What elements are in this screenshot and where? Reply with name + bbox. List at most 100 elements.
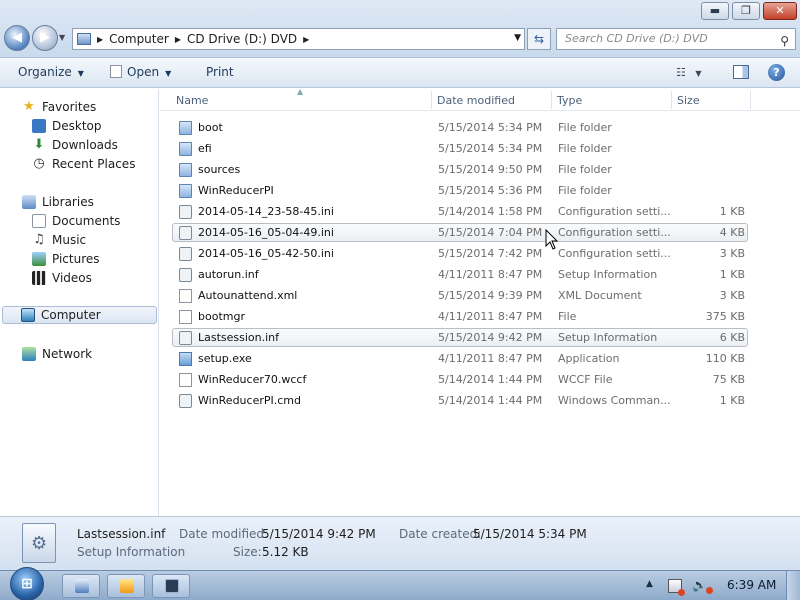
file-row-efi[interactable]: efi 5/15/2014 5:34 PM File folder [172,139,748,158]
file-row-boot[interactable]: boot 5/15/2014 5:34 PM File folder [172,118,748,137]
help-button[interactable]: ? [768,64,785,81]
file-name: WinReducerPI.cmd [198,394,301,407]
breadcrumb-separator-icon[interactable]: ▶ [97,35,103,44]
clock[interactable]: 6:39 AM [727,578,776,592]
document-icon [110,65,122,78]
column-divider[interactable] [431,91,432,109]
action-center-icon[interactable] [668,579,685,596]
file-type: File [558,310,577,323]
taskbar-explorer-button[interactable] [62,574,100,598]
details-file-name: Lastsession.inf [77,527,166,541]
nav-computer[interactable]: Computer [2,306,157,324]
computer-location-icon [77,33,91,45]
chevron-down-icon: ▼ [695,69,702,78]
minimize-button[interactable]: ▬ [701,2,729,20]
chevron-down-icon: ▼ [165,69,172,78]
file-size: 3 KB [719,289,745,302]
file-row-sources[interactable]: sources 5/15/2014 9:50 PM File folder [172,160,748,179]
download-arrow-icon: ⬇ [33,137,45,152]
open-button[interactable]: Open ▼ [110,65,171,79]
column-divider[interactable] [671,91,672,109]
file-type: File folder [558,184,612,197]
file-type: File folder [558,142,612,155]
column-headers: ▲ Name Date modified Type Size [160,87,800,111]
column-divider[interactable] [750,91,751,109]
start-button[interactable]: ⊞ [10,567,44,600]
breadcrumb-cd-drive[interactable]: CD Drive (D:) DVD [187,32,297,46]
close-button[interactable]: ✕ [763,2,797,20]
preview-pane-button[interactable] [733,65,749,79]
file-row-winreducerpi[interactable]: WinReducerPI 5/15/2014 5:36 PM File fold… [172,181,748,200]
file-row-ini-3[interactable]: 2014-05-16_05-42-50.ini 5/15/2014 7:42 P… [172,244,748,263]
show-desktop-button[interactable] [786,571,800,600]
command-script-icon [179,394,192,408]
file-name: 2014-05-16_05-04-49.ini [198,226,334,239]
computer-icon [21,308,35,322]
file-name: Autounattend.xml [198,289,298,302]
file-row-ini-2[interactable]: 2014-05-16_05-04-49.ini 5/15/2014 7:04 P… [172,223,748,242]
breadcrumb-separator-icon[interactable]: ▶ [175,35,181,44]
column-divider[interactable] [551,91,552,109]
application-icon [179,352,192,366]
address-bar[interactable]: ▶ Computer ▶ CD Drive (D:) DVD ▶ ▼ [72,28,525,50]
file-name: autorun.inf [198,268,259,281]
file-date: 5/15/2014 5:34 PM [438,121,543,134]
change-view-button[interactable]: ☷ ▼ [676,66,702,79]
nav-libraries[interactable]: Libraries [22,193,179,211]
file-row-ini-1[interactable]: 2014-05-14_23-58-45.ini 5/14/2014 1:58 P… [172,202,748,221]
pictures-icon [32,252,46,266]
back-button[interactable]: ◀ [4,25,30,51]
forward-button[interactable]: ▶ [32,25,58,51]
column-header-size[interactable]: Size [677,94,700,107]
file-row-lastsession[interactable]: Lastsession.inf 5/15/2014 9:42 PM Setup … [172,328,748,347]
show-hidden-icons-button[interactable]: ▲ [646,579,653,589]
file-type: Setup Information [558,331,658,344]
print-button[interactable]: Print [206,65,234,79]
file-row-setup-exe[interactable]: setup.exe 4/11/2011 8:47 PM Application … [172,349,748,368]
recent-places-icon: ◷ [33,156,45,171]
file-row-bootmgr[interactable]: bootmgr 4/11/2011 8:47 PM File 375 KB [172,307,748,326]
file-name: boot [198,121,223,134]
file-row-autorun[interactable]: autorun.inf 4/11/2011 8:47 PM Setup Info… [172,265,748,284]
setup-info-icon [179,268,192,282]
file-date: 4/11/2011 8:47 PM [438,352,543,365]
file-name: 2014-05-14_23-58-45.ini [198,205,334,218]
column-header-type[interactable]: Type [557,94,582,107]
search-icon[interactable]: ⚲ [780,31,789,51]
maximize-button[interactable]: ❐ [732,2,760,20]
speaker-icon[interactable]: 🔈 [692,578,713,594]
file-row-autounattend[interactable]: Autounattend.xml 5/15/2014 9:39 PM XML D… [172,286,748,305]
desktop-icon [32,119,46,133]
file-size: 375 KB [705,310,745,323]
recent-pages-dropdown[interactable]: ▼ [59,33,65,42]
column-header-date-modified[interactable]: Date modified [437,94,515,107]
mouse-cursor-icon [545,229,559,250]
nav-network[interactable]: Network [22,345,179,363]
breadcrumb-computer[interactable]: Computer [109,32,169,46]
file-date: 5/15/2014 7:42 PM [438,247,543,260]
taskbar-app-button[interactable] [152,574,190,598]
explorer-icon [75,579,89,593]
file-row-wccf[interactable]: WinReducer70.wccf 5/14/2014 1:44 PM WCCF… [172,370,748,389]
details-pane: Lastsession.inf Setup Information Date m… [0,516,800,570]
taskbar-media-player-button[interactable] [107,574,145,598]
file-type: Setup Information [558,268,658,281]
organize-button[interactable]: Organize ▼ [18,65,84,79]
title-bar: ▬ ❐ ✕ ◀ ▶ ▼ ▶ Computer ▶ CD Drive (D:) D… [0,0,800,58]
file-size: 6 KB [719,331,745,344]
details-size-label: Size: [233,545,262,559]
file-name: 2014-05-16_05-42-50.ini [198,247,334,260]
nav-favorites[interactable]: ★ Favorites [22,98,179,116]
column-header-name[interactable]: Name [176,94,208,107]
file-type: XML Document [558,289,642,302]
breadcrumb-separator-icon[interactable]: ▶ [303,35,309,44]
file-size: 3 KB [719,247,745,260]
file-name: WinReducerPI [198,184,274,197]
back-arrow-icon: ◀ [12,30,22,45]
file-icon [179,310,192,324]
search-input[interactable]: Search CD Drive (D:) DVD ⚲ [556,28,796,50]
refresh-button[interactable]: ⇆ [527,28,551,50]
file-date: 5/15/2014 5:36 PM [438,184,543,197]
file-row-cmd[interactable]: WinReducerPI.cmd 5/14/2014 1:44 PM Windo… [172,391,748,410]
address-dropdown-icon[interactable]: ▼ [514,33,521,43]
